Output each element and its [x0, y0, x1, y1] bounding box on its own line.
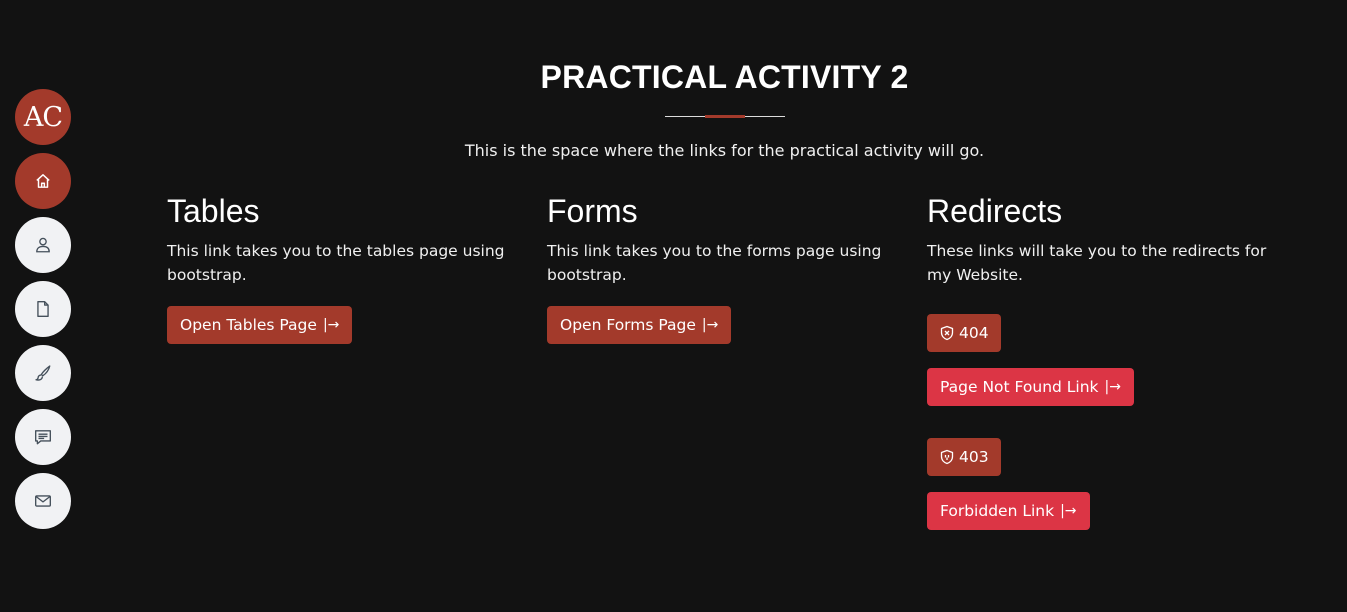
link-row: Forbidden Link |→ — [927, 492, 1282, 530]
status-badge-404-text: 404 — [959, 324, 989, 342]
nav-item-services[interactable] — [15, 409, 71, 465]
open-forms-page-button[interactable]: Open Forms Page |→ — [547, 306, 732, 344]
shield-icon — [940, 449, 954, 465]
forms-heading: Forms — [547, 193, 638, 229]
box-arrow-right-icon: |→ — [322, 317, 340, 333]
chat-icon — [34, 428, 52, 446]
file-icon — [34, 300, 52, 318]
nav-item-resume[interactable] — [15, 281, 71, 337]
logo-text: AC — [23, 101, 63, 133]
redirects-section: Redirects These links will take you to t… — [927, 192, 1282, 530]
badge-row: 404 — [927, 314, 1282, 352]
forbidden-link-label: Forbidden Link — [940, 502, 1055, 520]
envelope-icon — [34, 492, 52, 510]
title-divider — [665, 115, 785, 118]
forms-section: Forms This link takes you to the forms p… — [547, 192, 902, 344]
status-badge-404: 404 — [927, 314, 1001, 352]
status-badge-403-text: 403 — [959, 448, 989, 466]
nav-item-about[interactable] — [15, 217, 71, 273]
redirect-404-block: 404 Page Not Found Link |→ — [927, 314, 1282, 406]
page-subtitle: This is the space where the links for th… — [464, 141, 985, 160]
redirects-heading: Redirects — [927, 193, 1063, 229]
title-divider-accent — [705, 115, 745, 118]
forms-description: This link takes you to the forms page us… — [547, 242, 882, 284]
open-tables-page-label: Open Tables Page — [180, 316, 317, 334]
badge-row: 403 — [927, 438, 1282, 476]
tables-heading: Tables — [167, 193, 260, 229]
open-forms-page-label: Open Forms Page — [560, 316, 696, 334]
redirects-description: These links will take you to the redirec… — [927, 242, 1267, 284]
redirect-403-block: 403 Forbidden Link |→ — [927, 438, 1282, 530]
nav-item-portfolio[interactable] — [15, 345, 71, 401]
forms-button-row: Open Forms Page |→ — [547, 306, 902, 344]
home-icon — [34, 172, 52, 190]
forbidden-link-button[interactable]: Forbidden Link |→ — [927, 492, 1090, 530]
nav-item-contact[interactable] — [15, 473, 71, 529]
box-arrow-right-icon: |→ — [701, 317, 719, 333]
brush-icon — [34, 364, 52, 382]
tables-section: Tables This link takes you to the tables… — [167, 192, 522, 344]
page-not-found-link-label: Page Not Found Link — [940, 378, 1099, 396]
shield-icon — [940, 325, 954, 341]
logo[interactable]: AC — [15, 89, 71, 145]
page-not-found-link-button[interactable]: Page Not Found Link |→ — [927, 368, 1134, 406]
link-row: Page Not Found Link |→ — [927, 368, 1282, 406]
box-arrow-right-icon: |→ — [1104, 379, 1121, 395]
status-badge-403: 403 — [927, 438, 1001, 476]
box-arrow-right-icon: |→ — [1060, 503, 1077, 519]
person-icon — [34, 236, 52, 254]
tables-description: This link takes you to the tables page u… — [167, 242, 505, 284]
open-tables-page-button[interactable]: Open Tables Page |→ — [167, 306, 353, 344]
tables-button-row: Open Tables Page |→ — [167, 306, 522, 344]
nav-item-home[interactable] — [15, 153, 71, 209]
page-title: PRACTICAL ACTIVITY 2 — [540, 59, 909, 95]
